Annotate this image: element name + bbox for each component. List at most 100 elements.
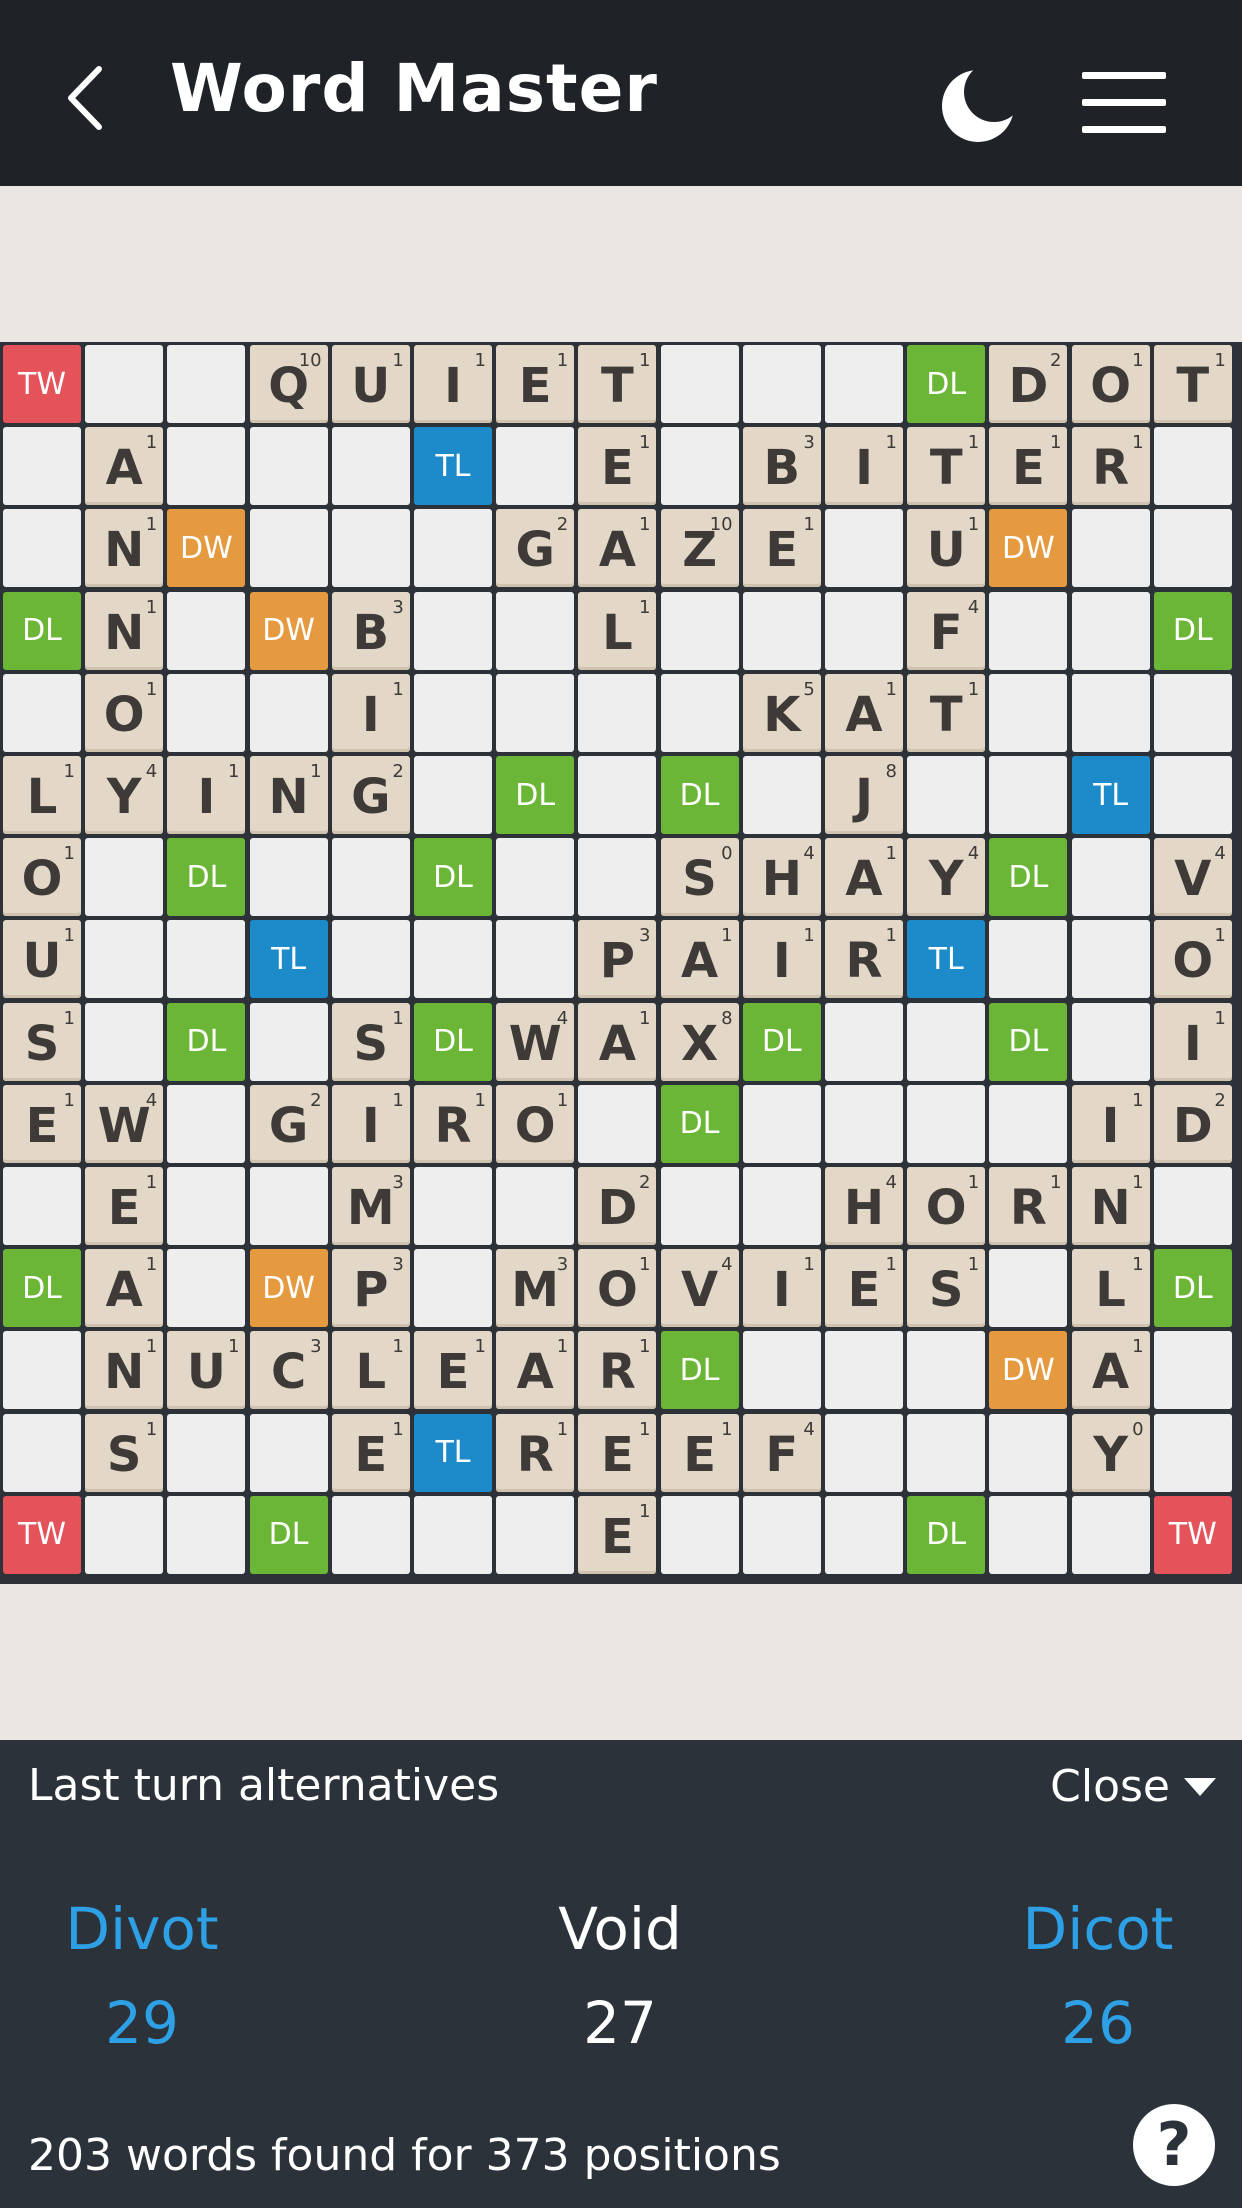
bonus-square-tl[interactable]: TL (1071, 756, 1150, 834)
letter-tile[interactable]: O1 (3, 838, 81, 917)
empty-square[interactable] (825, 1331, 903, 1410)
bonus-square-tw[interactable]: TW (3, 1495, 81, 1574)
letter-tile[interactable]: I1 (331, 673, 410, 752)
empty-square[interactable] (1153, 1167, 1232, 1245)
empty-square[interactable] (167, 591, 246, 670)
letter-tile[interactable]: V4 (660, 1249, 739, 1328)
empty-square[interactable] (3, 509, 81, 588)
letter-tile[interactable]: M3 (331, 1167, 410, 1245)
letter-tile[interactable]: X8 (660, 1002, 739, 1081)
empty-square[interactable] (249, 1413, 328, 1492)
bonus-square-dl[interactable]: DL (660, 1084, 739, 1163)
empty-square[interactable] (167, 345, 246, 423)
empty-square[interactable] (3, 673, 81, 752)
letter-tile[interactable]: E1 (85, 1167, 164, 1245)
letter-tile[interactable]: L1 (1071, 1249, 1150, 1328)
letter-tile[interactable]: N1 (249, 756, 328, 834)
letter-tile[interactable]: Y4 (907, 838, 986, 917)
empty-square[interactable] (496, 427, 575, 506)
letter-tile[interactable]: D2 (578, 1167, 657, 1245)
letter-tile[interactable]: I1 (167, 756, 246, 834)
letter-tile[interactable]: F4 (907, 591, 986, 670)
empty-square[interactable] (907, 1002, 986, 1081)
bonus-square-dl[interactable]: DL (249, 1495, 328, 1574)
letter-tile[interactable]: S1 (331, 1002, 410, 1081)
empty-square[interactable] (331, 920, 410, 999)
empty-square[interactable] (660, 345, 739, 423)
letter-tile[interactable]: W4 (85, 1084, 164, 1163)
empty-square[interactable] (1153, 1413, 1232, 1492)
empty-square[interactable] (85, 1002, 164, 1081)
empty-square[interactable] (989, 1249, 1068, 1328)
empty-square[interactable] (414, 509, 492, 588)
letter-tile[interactable]: I1 (414, 345, 492, 423)
letter-tile[interactable]: I1 (331, 1084, 410, 1163)
bonus-square-dl[interactable]: DL (167, 1002, 246, 1081)
letter-tile[interactable]: E1 (578, 1413, 657, 1492)
empty-square[interactable] (3, 1167, 81, 1245)
empty-square[interactable] (1071, 673, 1150, 752)
letter-tile[interactable]: R1 (578, 1331, 657, 1410)
letter-tile[interactable]: T1 (907, 673, 986, 752)
letter-tile[interactable]: A1 (1071, 1331, 1150, 1410)
letter-tile[interactable]: S0 (660, 838, 739, 917)
letter-tile[interactable]: R1 (414, 1084, 492, 1163)
letter-tile[interactable]: I1 (742, 1249, 821, 1328)
empty-square[interactable] (660, 427, 739, 506)
empty-square[interactable] (414, 756, 492, 834)
letter-tile[interactable]: E1 (989, 427, 1068, 506)
empty-square[interactable] (742, 345, 821, 423)
empty-square[interactable] (742, 1495, 821, 1574)
letter-tile[interactable]: N1 (85, 591, 164, 670)
empty-square[interactable] (3, 1413, 81, 1492)
letter-tile[interactable]: G2 (496, 509, 575, 588)
letter-tile[interactable]: E1 (742, 509, 821, 588)
letter-tile[interactable]: Y4 (85, 756, 164, 834)
letter-tile[interactable]: R1 (1071, 427, 1150, 506)
letter-tile[interactable]: I1 (742, 920, 821, 999)
empty-square[interactable] (742, 1167, 821, 1245)
letter-tile[interactable]: N1 (85, 509, 164, 588)
bonus-square-dl[interactable]: DL (3, 591, 81, 670)
empty-square[interactable] (989, 1495, 1068, 1574)
menu-button[interactable] (1082, 70, 1166, 136)
empty-square[interactable] (989, 920, 1068, 999)
letter-tile[interactable]: Z 10 (660, 509, 739, 588)
bonus-square-dl[interactable]: DL (989, 1002, 1068, 1081)
letter-tile[interactable]: A1 (825, 838, 903, 917)
empty-square[interactable] (825, 1413, 903, 1492)
empty-square[interactable] (742, 1084, 821, 1163)
letter-tile[interactable]: N1 (1071, 1167, 1150, 1245)
empty-square[interactable] (1071, 509, 1150, 588)
letter-tile[interactable]: O1 (907, 1167, 986, 1245)
empty-square[interactable] (414, 1495, 492, 1574)
letter-tile[interactable]: P3 (578, 920, 657, 999)
letter-tile[interactable]: I1 (1071, 1084, 1150, 1163)
empty-square[interactable] (414, 591, 492, 670)
letter-tile[interactable]: N1 (85, 1331, 164, 1410)
dark-mode-button[interactable] (940, 66, 1020, 146)
empty-square[interactable] (249, 673, 328, 752)
empty-square[interactable] (3, 1331, 81, 1410)
empty-square[interactable] (1071, 1495, 1150, 1574)
letter-tile[interactable]: E1 (578, 1495, 657, 1574)
letter-tile[interactable]: I1 (825, 427, 903, 506)
letter-tile[interactable]: W4 (496, 1002, 575, 1081)
empty-square[interactable] (167, 427, 246, 506)
empty-square[interactable] (660, 591, 739, 670)
empty-square[interactable] (249, 509, 328, 588)
empty-square[interactable] (331, 509, 410, 588)
letter-tile[interactable]: A1 (578, 509, 657, 588)
empty-square[interactable] (331, 427, 410, 506)
letter-tile[interactable]: T1 (1153, 345, 1232, 423)
bonus-square-dl[interactable]: DL (1153, 1249, 1232, 1328)
empty-square[interactable] (496, 673, 575, 752)
letter-tile[interactable]: L1 (3, 756, 81, 834)
empty-square[interactable] (414, 673, 492, 752)
empty-square[interactable] (85, 345, 164, 423)
letter-tile[interactable]: M3 (496, 1249, 575, 1328)
letter-tile[interactable]: G2 (249, 1084, 328, 1163)
empty-square[interactable] (1071, 838, 1150, 917)
empty-square[interactable] (1071, 1002, 1150, 1081)
letter-tile[interactable]: R1 (825, 920, 903, 999)
